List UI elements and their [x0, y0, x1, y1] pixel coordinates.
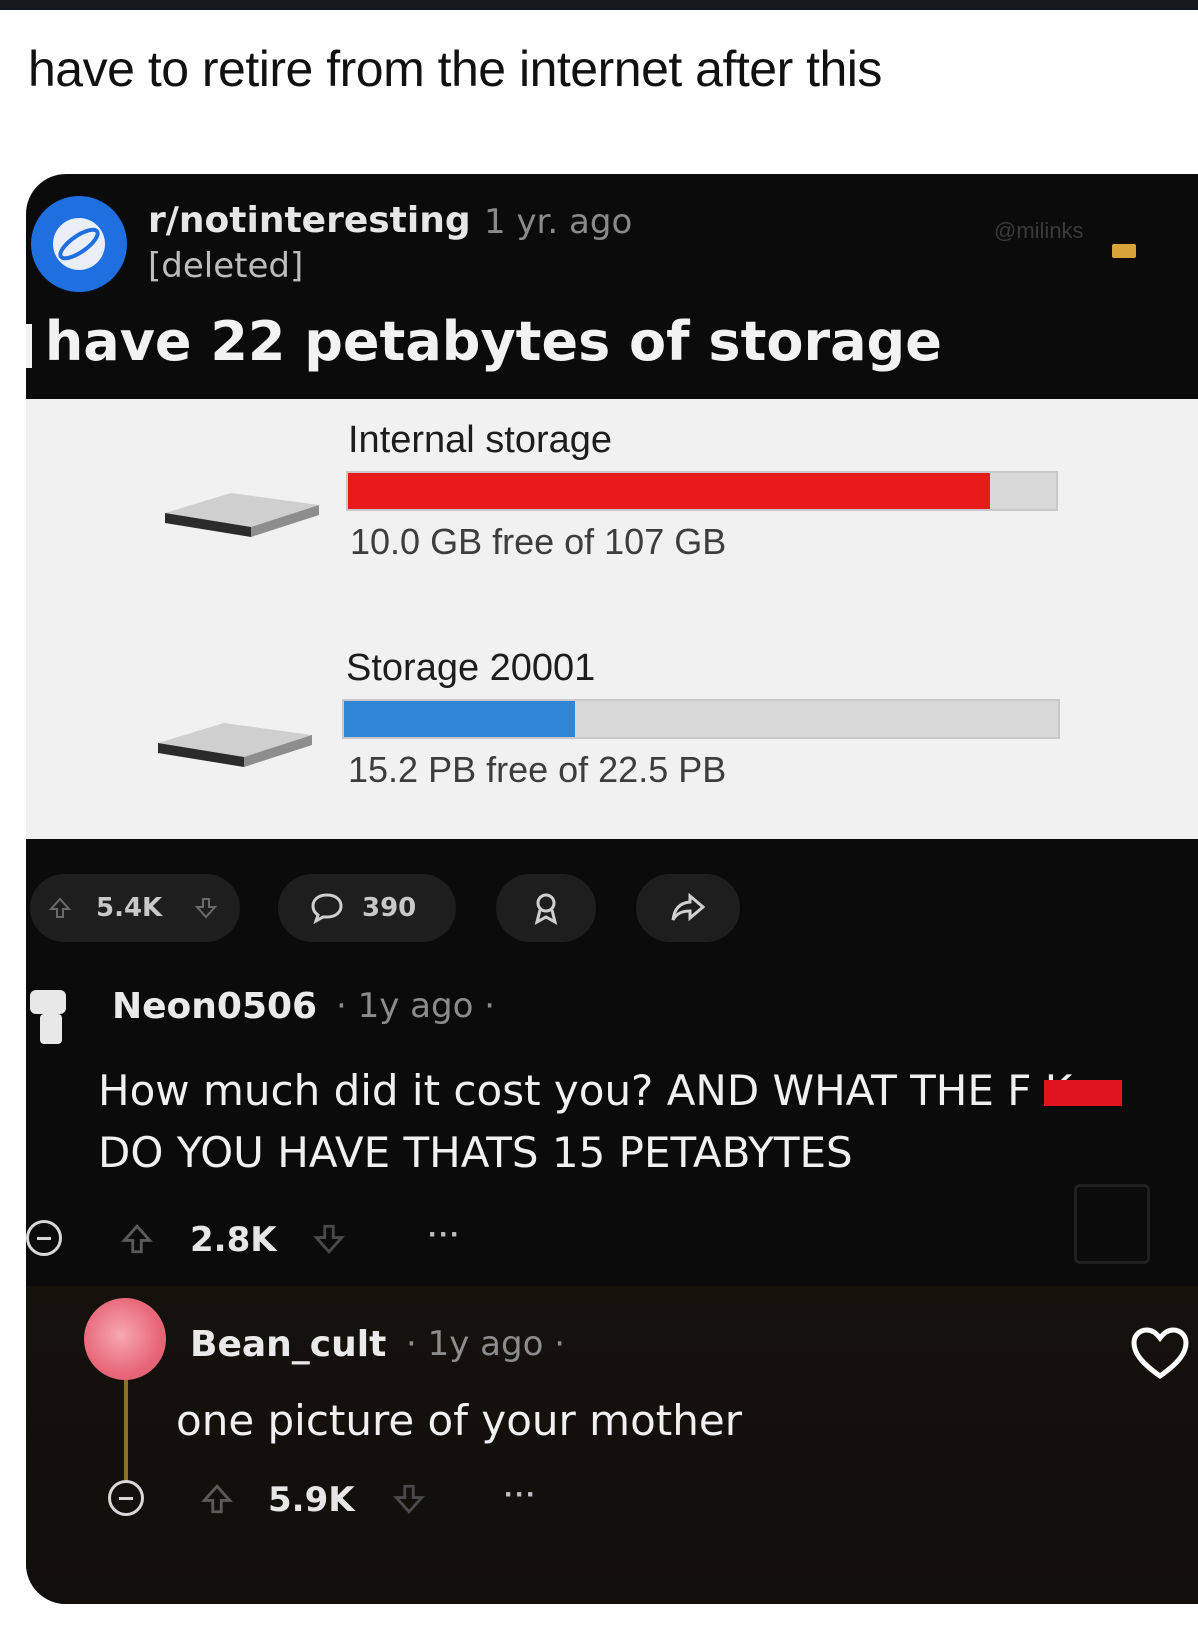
usage-bar-fill — [348, 473, 991, 509]
drive-label: Internal storage — [348, 419, 613, 461]
comment-votes: 5.9K — [268, 1480, 355, 1520]
drive-free-text: 10.0 GB free of 107 GB — [350, 521, 727, 562]
comment-line: DO YOU HAVE THATS 15 PETABYTES — [98, 1128, 853, 1177]
upvote-count: 5.4K — [96, 893, 163, 923]
upvote-icon[interactable] — [48, 896, 72, 920]
crown-icon — [1112, 244, 1136, 258]
collapse-icon[interactable] — [108, 1480, 144, 1516]
comments-button[interactable]: 390 — [278, 874, 456, 942]
post-caption: have to retire from the internet after t… — [28, 41, 882, 97]
faint-overlay — [1074, 1184, 1150, 1264]
more-options-icon[interactable]: ··· — [428, 1218, 461, 1252]
planet-icon — [58, 227, 100, 261]
comment-username[interactable]: Neon0506 — [112, 986, 317, 1027]
downvote-icon[interactable] — [194, 896, 218, 920]
comment-votes: 2.8K — [190, 1220, 277, 1260]
comment-meta: · 1y ago · — [406, 1324, 566, 1364]
hard-drive-icon — [158, 723, 312, 767]
share-button[interactable] — [636, 874, 740, 942]
drive-label: Storage 20001 — [346, 647, 596, 689]
comment-bubble-icon — [311, 893, 343, 924]
upvote-icon[interactable] — [120, 1222, 154, 1256]
award-button[interactable] — [496, 874, 596, 942]
upvote-icon[interactable] — [200, 1482, 234, 1516]
comment-username[interactable]: Bean_cult — [190, 1324, 386, 1365]
award-icon — [534, 893, 558, 925]
comment-text: one picture of your mother — [176, 1396, 742, 1445]
downvote-icon[interactable] — [392, 1482, 426, 1516]
subreddit-name[interactable]: r/notinteresting — [148, 200, 471, 241]
vote-pill[interactable]: 5.4K — [30, 874, 240, 942]
post-time: 1 yr. ago — [484, 202, 633, 242]
storage-panel: Internal storage 10.0 GB free of 107 GB … — [26, 399, 1198, 839]
downvote-icon[interactable] — [312, 1222, 346, 1256]
user-avatar[interactable] — [26, 980, 72, 1050]
comment-text: How much did it cost you? AND WHAT THE F… — [98, 1060, 1072, 1184]
censor-bar — [1044, 1080, 1122, 1106]
post-author[interactable]: [deleted] — [148, 246, 303, 286]
usage-bar — [346, 471, 1058, 511]
hard-drive-icon — [165, 493, 319, 537]
watermark: @milinks — [994, 218, 1084, 243]
comment-meta: · 1y ago · — [336, 986, 496, 1026]
heart-icon[interactable] — [1130, 1324, 1190, 1384]
thread-line — [124, 1362, 128, 1482]
more-options-icon[interactable]: ··· — [504, 1478, 537, 1512]
share-icon — [671, 892, 706, 922]
comment-line: How much did it cost you? AND WHAT THE F… — [98, 1066, 1073, 1115]
subreddit-avatar[interactable] — [31, 196, 127, 292]
screenshot-media[interactable]: r/notinteresting 1 yr. ago [deleted] @mi… — [26, 174, 1198, 1604]
user-avatar[interactable] — [84, 1298, 166, 1380]
usage-bar — [342, 699, 1060, 739]
usage-bar-fill — [344, 701, 576, 737]
drive-free-text: 15.2 PB free of 22.5 PB — [348, 749, 727, 790]
collapse-icon[interactable] — [26, 1220, 62, 1256]
post-title: have 22 petabytes of storage — [44, 310, 942, 373]
comment-count: 390 — [362, 893, 417, 923]
top-bar — [0, 0, 1198, 10]
